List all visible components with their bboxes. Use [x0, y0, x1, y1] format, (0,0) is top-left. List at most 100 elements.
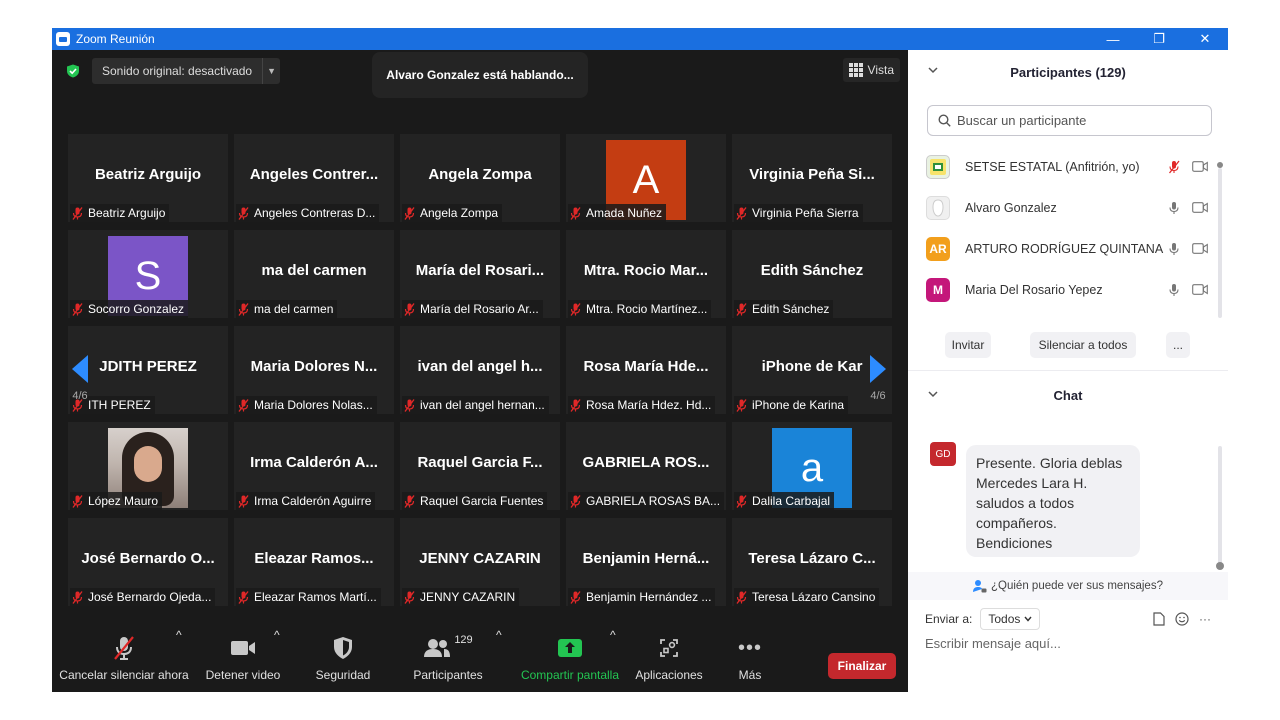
mic-muted-icon	[570, 494, 581, 508]
participant-search-input[interactable]: Buscar un participante	[927, 105, 1212, 136]
video-tile[interactable]: Beatriz Arguijo Beatriz Arguijo	[68, 134, 228, 222]
tile-display-name: Edith Sánchez	[760, 262, 864, 279]
tile-display-name: GABRIELA ROS...	[582, 454, 710, 471]
next-page-button[interactable]: 4/6	[864, 354, 892, 414]
restore-button[interactable]: ❐	[1136, 28, 1182, 50]
video-tile[interactable]: S Socorro Gonzalez	[68, 230, 228, 318]
send-to-dropdown[interactable]: Todos	[980, 608, 1041, 630]
video-tile[interactable]: JENNY CAZARIN JENNY CAZARIN	[400, 518, 560, 606]
video-tile[interactable]: Edith Sánchez Edith Sánchez	[732, 230, 892, 318]
video-camera-icon[interactable]	[1192, 161, 1208, 172]
prev-page-button[interactable]: 4/6	[66, 354, 94, 414]
mic-icon[interactable]	[1168, 242, 1180, 256]
file-icon[interactable]	[1153, 612, 1165, 626]
video-tile[interactable]: Maria Dolores N... Maria Dolores Nolas...	[234, 326, 394, 414]
participant-row-partial[interactable]	[908, 310, 1222, 316]
participants-icon	[424, 639, 451, 657]
window-title: Zoom Reunión	[76, 32, 155, 46]
participant-row[interactable]: Alvaro Gonzalez	[908, 187, 1222, 228]
video-camera-icon[interactable]	[1192, 243, 1208, 254]
tile-display-name: JENNY CAZARIN	[419, 550, 541, 567]
collapse-chevron-icon[interactable]	[928, 66, 938, 74]
tile-label-text: Edith Sánchez	[752, 302, 830, 316]
video-tile[interactable]: José Bernardo O... José Bernardo Ojeda...	[68, 518, 228, 606]
video-tile[interactable]: Raquel Garcia F... Raquel Garcia Fuentes	[400, 422, 560, 510]
video-tile[interactable]: Benjamin Herná... Benjamin Hernández ...	[566, 518, 726, 606]
participants-options-caret[interactable]: ^	[496, 628, 502, 642]
chat-message-input[interactable]: Escribir mensaje aquí...	[925, 636, 1061, 651]
share-screen-button[interactable]: Compartir pantalla	[518, 628, 622, 692]
apps-button[interactable]: Aplicaciones	[630, 628, 708, 692]
chat-message: Presente. Gloria deblas Mercedes Lara H.…	[966, 445, 1140, 557]
original-sound-toggle[interactable]: Sonido original: desactivado ▼	[92, 58, 281, 84]
end-meeting-button[interactable]: Finalizar	[828, 653, 896, 679]
video-tile[interactable]: ma del carmen ma del carmen	[234, 230, 394, 318]
search-icon	[938, 114, 951, 127]
chat-more-icon[interactable]: ···	[1199, 612, 1211, 626]
search-placeholder: Buscar un participante	[957, 113, 1087, 128]
video-tile[interactable]: Angeles Contrer... Angeles Contreras D...	[234, 134, 394, 222]
video-tile[interactable]: GABRIELA ROS... GABRIELA ROSAS BA...	[566, 422, 726, 510]
participant-row[interactable]: AR ARTURO RODRÍGUEZ QUINTANA	[908, 228, 1222, 269]
video-tile[interactable]: Virginia Peña Si... Virginia Peña Sierra	[732, 134, 892, 222]
video-tile[interactable]: Mtra. Rocio Mar... Mtra. Rocio Martínez..…	[566, 230, 726, 318]
participant-list-scrollbar[interactable]	[1217, 162, 1223, 318]
send-to-label: Enviar a:	[925, 612, 973, 626]
invite-button[interactable]: Invitar	[945, 332, 991, 358]
video-tile[interactable]: ivan del angel h... ivan del angel hernan…	[400, 326, 560, 414]
chevron-down-icon[interactable]: ▼	[262, 58, 280, 84]
tile-label-text: Maria Dolores Nolas...	[254, 398, 373, 412]
participants-button[interactable]: 129 Participantes	[406, 628, 490, 692]
audio-options-caret[interactable]: ^	[176, 628, 182, 642]
mute-all-button[interactable]: Silenciar a todos	[1030, 332, 1136, 358]
tile-label-text: ivan del angel hernan...	[420, 398, 545, 412]
tile-name-label: Teresa Lázaro Cansino	[734, 588, 880, 606]
tile-label-text: GABRIELA ROSAS BA...	[586, 494, 720, 508]
view-button[interactable]: Vista	[842, 58, 900, 82]
video-tile[interactable]: A Amada Nuñez	[566, 134, 726, 222]
who-can-see-link[interactable]: ¿Quién puede ver sus mensajes?	[908, 572, 1228, 600]
more-label: Más	[738, 668, 762, 682]
close-button[interactable]: ✕	[1182, 28, 1228, 50]
video-tile[interactable]: López Mauro	[68, 422, 228, 510]
encryption-shield-icon[interactable]	[66, 64, 80, 78]
title-bar: Zoom Reunión — ❐ ✕	[52, 28, 1228, 50]
stop-video-label: Detener video	[205, 668, 281, 682]
video-camera-icon[interactable]	[1192, 202, 1208, 213]
video-camera-icon[interactable]	[1192, 284, 1208, 295]
tile-label-text: ma del carmen	[254, 302, 334, 316]
video-tile[interactable]: Teresa Lázaro C... Teresa Lázaro Cansino	[732, 518, 892, 606]
meeting-toolbar: Cancelar silenciar ahora ^ Detener video…	[52, 628, 908, 692]
share-options-caret[interactable]: ^	[610, 628, 616, 642]
video-tile[interactable]: Eleazar Ramos... Eleazar Ramos Martí...	[234, 518, 394, 606]
video-tile[interactable]: Angela Zompa Angela Zompa	[400, 134, 560, 222]
chat-scrollbar[interactable]	[1216, 446, 1224, 570]
original-sound-label: Sonido original: desactivado	[102, 64, 253, 78]
participant-row[interactable]: SETSE ESTATAL (Anfitrión, yo)	[908, 146, 1222, 187]
video-tile[interactable]: María del Rosari... María del Rosario Ar.…	[400, 230, 560, 318]
mic-muted-icon[interactable]	[1168, 160, 1180, 174]
mic-muted-icon	[72, 302, 83, 316]
security-button[interactable]: Seguridad	[304, 628, 382, 692]
participants-more-button[interactable]: ...	[1166, 332, 1190, 358]
unmute-button[interactable]: Cancelar silenciar ahora	[58, 628, 190, 692]
minimize-button[interactable]: —	[1090, 28, 1136, 50]
participant-row[interactable]: M Maria Del Rosario Yepez	[908, 269, 1222, 310]
video-options-caret[interactable]: ^	[274, 628, 280, 642]
mic-muted-icon	[736, 206, 747, 220]
tile-name-label: Amada Nuñez	[568, 204, 667, 222]
emoji-icon[interactable]	[1175, 612, 1189, 626]
mic-muted-icon	[72, 494, 83, 508]
chevron-down-icon	[1024, 616, 1032, 622]
mic-icon[interactable]	[1168, 283, 1180, 297]
tile-label-text: Irma Calderón Aguirre	[254, 494, 372, 508]
mic-icon[interactable]	[1168, 201, 1180, 215]
video-tile[interactable]: Rosa María Hde... Rosa María Hdez. Hd...	[566, 326, 726, 414]
tile-label-text: Raquel Garcia Fuentes	[420, 494, 544, 508]
who-can-see-label: ¿Quién puede ver sus mensajes?	[991, 580, 1163, 592]
tile-display-name: Raquel Garcia F...	[417, 454, 543, 471]
more-button[interactable]: ••• Más	[728, 628, 772, 692]
view-label: Vista	[867, 63, 894, 77]
video-tile[interactable]: Irma Calderón A... Irma Calderón Aguirre	[234, 422, 394, 510]
video-tile[interactable]: a Dalila Carbajal	[732, 422, 892, 510]
